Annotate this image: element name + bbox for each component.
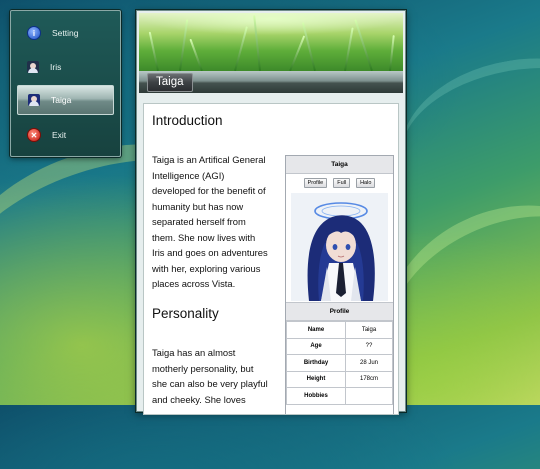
row-key: Hobbies bbox=[286, 387, 346, 405]
table-row: Birthday 28 Jun bbox=[286, 354, 393, 372]
row-key: Age bbox=[286, 337, 346, 355]
row-value: 178cm bbox=[345, 370, 393, 388]
menu-item-exit[interactable]: ✕ Exit bbox=[17, 121, 112, 149]
menu-item-iris[interactable]: Iris bbox=[17, 53, 112, 81]
menu-item-label: Exit bbox=[52, 130, 67, 140]
infobox-tabs: Profile Full Halo bbox=[286, 174, 393, 192]
menu-item-label: Taiga bbox=[51, 95, 72, 105]
row-key: Name bbox=[286, 321, 346, 339]
exit-icon: ✕ bbox=[27, 128, 41, 142]
infobox-section-title: Profile bbox=[286, 302, 393, 321]
taiga-portrait-image bbox=[291, 193, 388, 301]
section-paragraph: Taiga is an Artifical General Intelligen… bbox=[152, 154, 268, 289]
tab-full[interactable]: Full bbox=[333, 178, 351, 188]
character-portrait bbox=[291, 193, 388, 301]
row-key: Birthday bbox=[286, 354, 346, 372]
section-heading: Introduction bbox=[152, 113, 223, 128]
row-value bbox=[345, 387, 393, 405]
table-row: Hobbies bbox=[286, 387, 393, 405]
tab-profile[interactable]: Profile bbox=[303, 178, 328, 188]
table-row: Name Taiga bbox=[286, 321, 393, 339]
infobox-title: Taiga bbox=[286, 156, 393, 174]
menu-item-setting[interactable]: i Setting bbox=[17, 19, 112, 47]
info-icon: i bbox=[27, 26, 41, 40]
profile-table: Name Taiga Age ?? Birthday 28 Jun Height… bbox=[286, 321, 393, 405]
row-key: Height bbox=[286, 370, 346, 388]
row-value: 28 Jun bbox=[345, 354, 393, 372]
window-titlebar: Taiga bbox=[139, 71, 403, 93]
table-row: Height 178cm bbox=[286, 370, 393, 388]
row-value: Taiga bbox=[345, 321, 393, 339]
menu-item-taiga[interactable]: Taiga bbox=[17, 85, 114, 115]
menu-item-label: Setting bbox=[52, 28, 79, 38]
article-content[interactable]: Introduction Taiga is an Artifical Gener… bbox=[143, 103, 399, 415]
iris-avatar-icon bbox=[27, 61, 39, 73]
menu-item-label: Iris bbox=[50, 62, 62, 72]
wallpaper-swoosh bbox=[387, 40, 540, 240]
section-heading: Personality bbox=[152, 306, 219, 321]
infobox: Taiga Profile Full Halo Profile Name Tai… bbox=[285, 155, 394, 414]
table-row: Age ?? bbox=[286, 337, 393, 355]
side-menu: i Setting Iris Taiga ✕ Exit bbox=[10, 10, 121, 157]
row-value: ?? bbox=[345, 337, 393, 355]
tab-halo[interactable]: Halo bbox=[356, 178, 376, 188]
window-title: Taiga bbox=[147, 73, 193, 92]
character-window: Taiga Introduction Taiga is an Artifical… bbox=[136, 10, 406, 415]
taiga-avatar-icon bbox=[28, 94, 40, 106]
section-paragraph: Taiga has an almost motherly personality… bbox=[152, 347, 268, 405]
grass-banner bbox=[139, 13, 403, 71]
